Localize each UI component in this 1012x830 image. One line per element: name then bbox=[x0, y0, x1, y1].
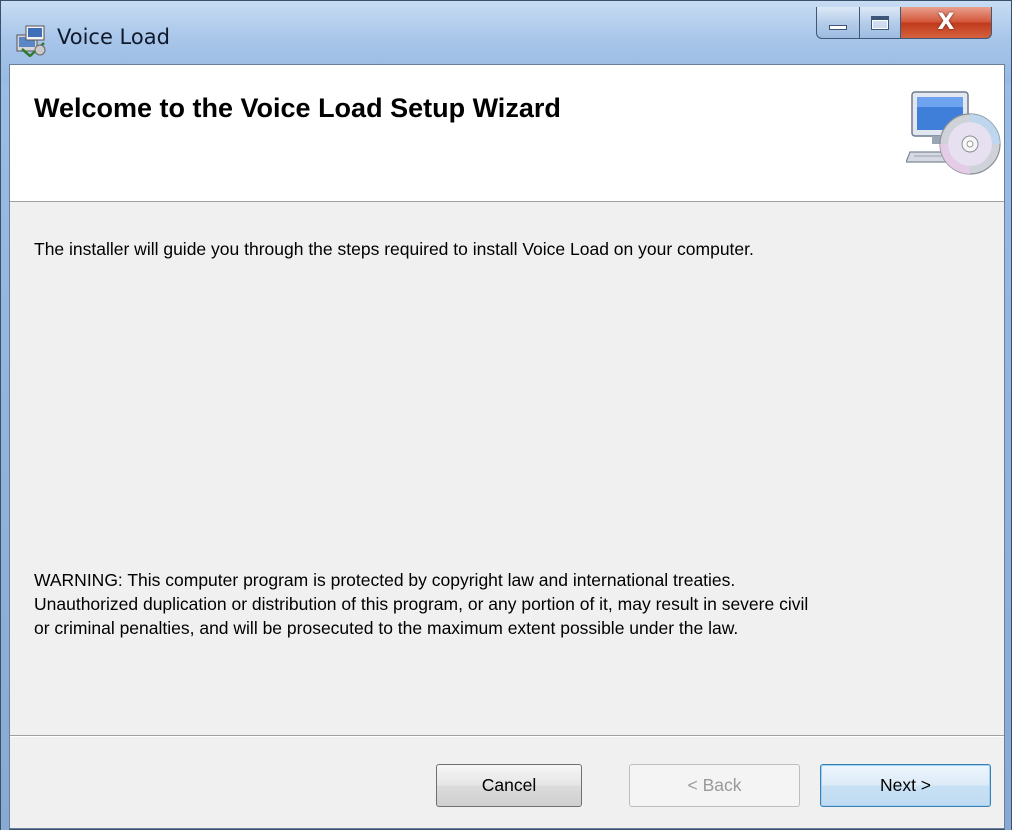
computer-with-disc-icon bbox=[906, 91, 1001, 175]
back-button[interactable]: < Back bbox=[629, 764, 800, 807]
window-left-border bbox=[1, 83, 9, 830]
intro-text: The installer will guide you through the… bbox=[34, 239, 754, 259]
minimize-button[interactable] bbox=[816, 7, 860, 39]
maximize-icon bbox=[871, 15, 889, 30]
wizard-banner: Welcome to the Voice Load Setup Wizard bbox=[10, 65, 1004, 202]
wizard-heading: Welcome to the Voice Load Setup Wizard bbox=[34, 93, 561, 123]
cancel-button[interactable]: Cancel bbox=[436, 764, 582, 807]
installer-window: Voice Load X Welcome to the Voice Load S… bbox=[0, 0, 1012, 830]
window-title: Voice Load bbox=[57, 25, 170, 49]
close-icon: X bbox=[937, 10, 955, 35]
installer-app-icon[interactable] bbox=[14, 23, 48, 57]
window-right-border bbox=[1005, 83, 1011, 830]
minimize-icon bbox=[829, 25, 847, 30]
warning-line: Unauthorized duplication or distribution… bbox=[34, 594, 809, 614]
warning-line: WARNING: This computer program is protec… bbox=[34, 570, 736, 590]
wizard-client-area: Welcome to the Voice Load Setup Wizard T… bbox=[9, 64, 1005, 829]
close-button[interactable]: X bbox=[900, 7, 992, 39]
warning-line: or criminal penalties, and will be prose… bbox=[34, 618, 739, 638]
next-button[interactable]: Next > bbox=[820, 764, 991, 807]
maximize-button[interactable] bbox=[859, 7, 901, 39]
copyright-warning: WARNING: This computer program is protec… bbox=[34, 568, 994, 640]
button-separator bbox=[10, 735, 1004, 737]
